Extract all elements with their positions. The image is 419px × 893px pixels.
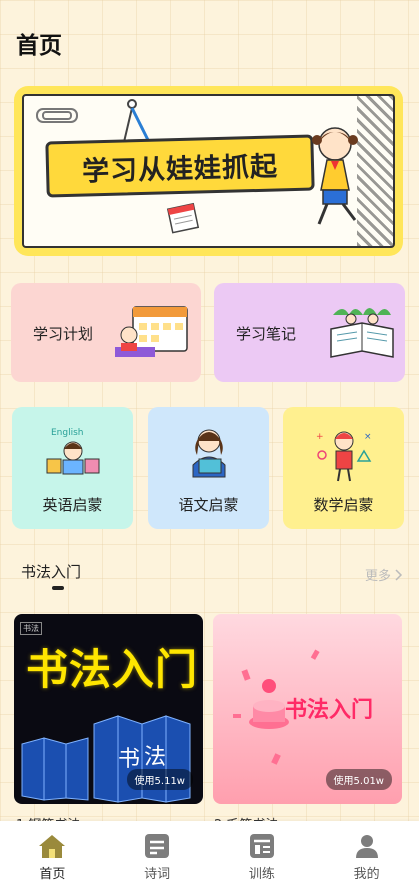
math-enlightenment-card[interactable]: + × 数学启蒙 (283, 407, 404, 529)
section-underline (52, 586, 64, 590)
english-illustration-text: English (51, 428, 84, 438)
study-notes-label: 学习笔记 (236, 325, 297, 343)
study-plan-label: 学习计划 (33, 325, 94, 343)
hero-banner[interactable]: 学习从娃娃抓起 (14, 86, 403, 256)
tab-poems[interactable]: 诗词 (122, 833, 192, 882)
training-icon (249, 834, 274, 858)
course-card-2[interactable]: 书法入门 使用5.01w (213, 614, 402, 804)
chevron-right-icon (395, 568, 403, 581)
calendar-icon (166, 202, 200, 234)
math-illustration: + × (316, 431, 372, 482)
more-label: 更多 (364, 569, 391, 584)
banner-text: 学习从娃娃抓起 (81, 150, 279, 188)
svg-text:×: × (364, 432, 372, 442)
banner-plate: 学习从娃娃抓起 (45, 134, 315, 198)
course-cover-title: 书法入门 (285, 698, 374, 723)
study-notes-card[interactable]: 学习笔记 (214, 283, 405, 382)
svg-text:+: + (316, 432, 324, 442)
tab-training-label: 训练 (248, 867, 275, 882)
home-icon (39, 835, 66, 858)
english-illustration: English (46, 428, 99, 475)
tab-poems-label: 诗词 (144, 867, 171, 882)
study-notes-illustration (330, 308, 394, 358)
tab-home-label: 首页 (39, 867, 66, 882)
tab-home[interactable]: 首页 (17, 833, 87, 882)
study-plan-illustration (115, 306, 188, 357)
section-title: 书法入门 (21, 563, 82, 581)
english-enlightenment-card[interactable]: English 英语启蒙 (12, 407, 133, 529)
banner-frame: 学习从娃娃抓起 (22, 94, 395, 248)
page-title: 首页 (16, 33, 62, 59)
profile-icon (355, 835, 378, 858)
tab-training[interactable]: 训练 (227, 833, 297, 882)
chinese-illustration (192, 429, 225, 478)
english-enlightenment-label: 英语启蒙 (42, 496, 103, 514)
tab-profile-label: 我的 (353, 867, 380, 882)
poem-icon (145, 834, 170, 858)
study-plan-card[interactable]: 学习计划 (11, 283, 201, 382)
bottom-tab-bar: 首页 诗词 训练 我的 (0, 821, 419, 893)
paperclip-icon (36, 108, 78, 123)
course-cover-title: 书法入门 (26, 645, 199, 694)
chinese-enlightenment-label: 语文启蒙 (178, 496, 239, 514)
chinese-enlightenment-card[interactable]: 语文启蒙 (148, 407, 269, 529)
kid-illustration (312, 127, 358, 225)
tab-profile[interactable]: 我的 (332, 833, 402, 882)
usage-badge: 使用5.01w (325, 769, 392, 790)
course-card-1[interactable]: 书法 书法入门 书 法 使用5.11w (14, 614, 203, 804)
svg-text:法: 法 (144, 745, 166, 770)
usage-badge: 使用5.11w (126, 769, 193, 790)
course-tag: 书法 (20, 622, 42, 635)
math-enlightenment-label: 数学启蒙 (313, 496, 374, 514)
more-link[interactable]: 更多 (365, 565, 403, 584)
